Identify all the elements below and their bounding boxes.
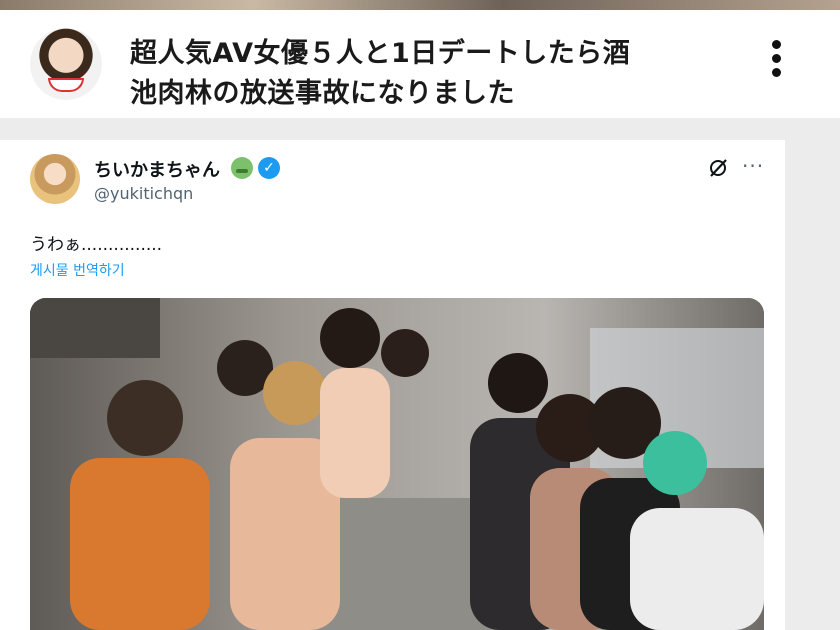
tweet-text: うわぁ............... xyxy=(30,235,163,255)
video-thumbnail-strip xyxy=(0,0,840,10)
channel-avatar[interactable] xyxy=(30,28,102,100)
tweet-author-avatar[interactable] xyxy=(30,154,80,204)
translate-post-link[interactable]: 게시물 번역하기 xyxy=(30,260,125,280)
kebab-vertical-icon[interactable] xyxy=(768,38,784,82)
nauseated-face-icon xyxy=(231,157,253,179)
embedded-tweet: ちいかまちゃん ✓ @yukitichqn ··· うわぁ...........… xyxy=(0,140,785,630)
video-header: 超人気AV女優５人と1日デートしたら酒 池肉林の放送事故になりました xyxy=(0,10,840,118)
verified-badge-icon: ✓ xyxy=(258,157,280,179)
photo-icon xyxy=(30,298,764,630)
video-title-line-2: 池肉林の放送事故になりました xyxy=(130,78,515,109)
tweet-display-name[interactable]: ちいかまちゃん xyxy=(94,156,220,182)
video-title[interactable]: 超人気AV女優５人と1日デートしたら酒 池肉林の放送事故になりました xyxy=(130,34,730,114)
grok-icon[interactable] xyxy=(706,156,730,180)
tweet-handle[interactable]: @yukitichqn xyxy=(94,184,193,203)
video-title-line-1: 超人気AV女優５人と1日デートしたら酒 xyxy=(130,38,631,69)
tweet-photo[interactable] xyxy=(30,298,764,630)
more-horizontal-icon[interactable]: ··· xyxy=(742,154,764,178)
